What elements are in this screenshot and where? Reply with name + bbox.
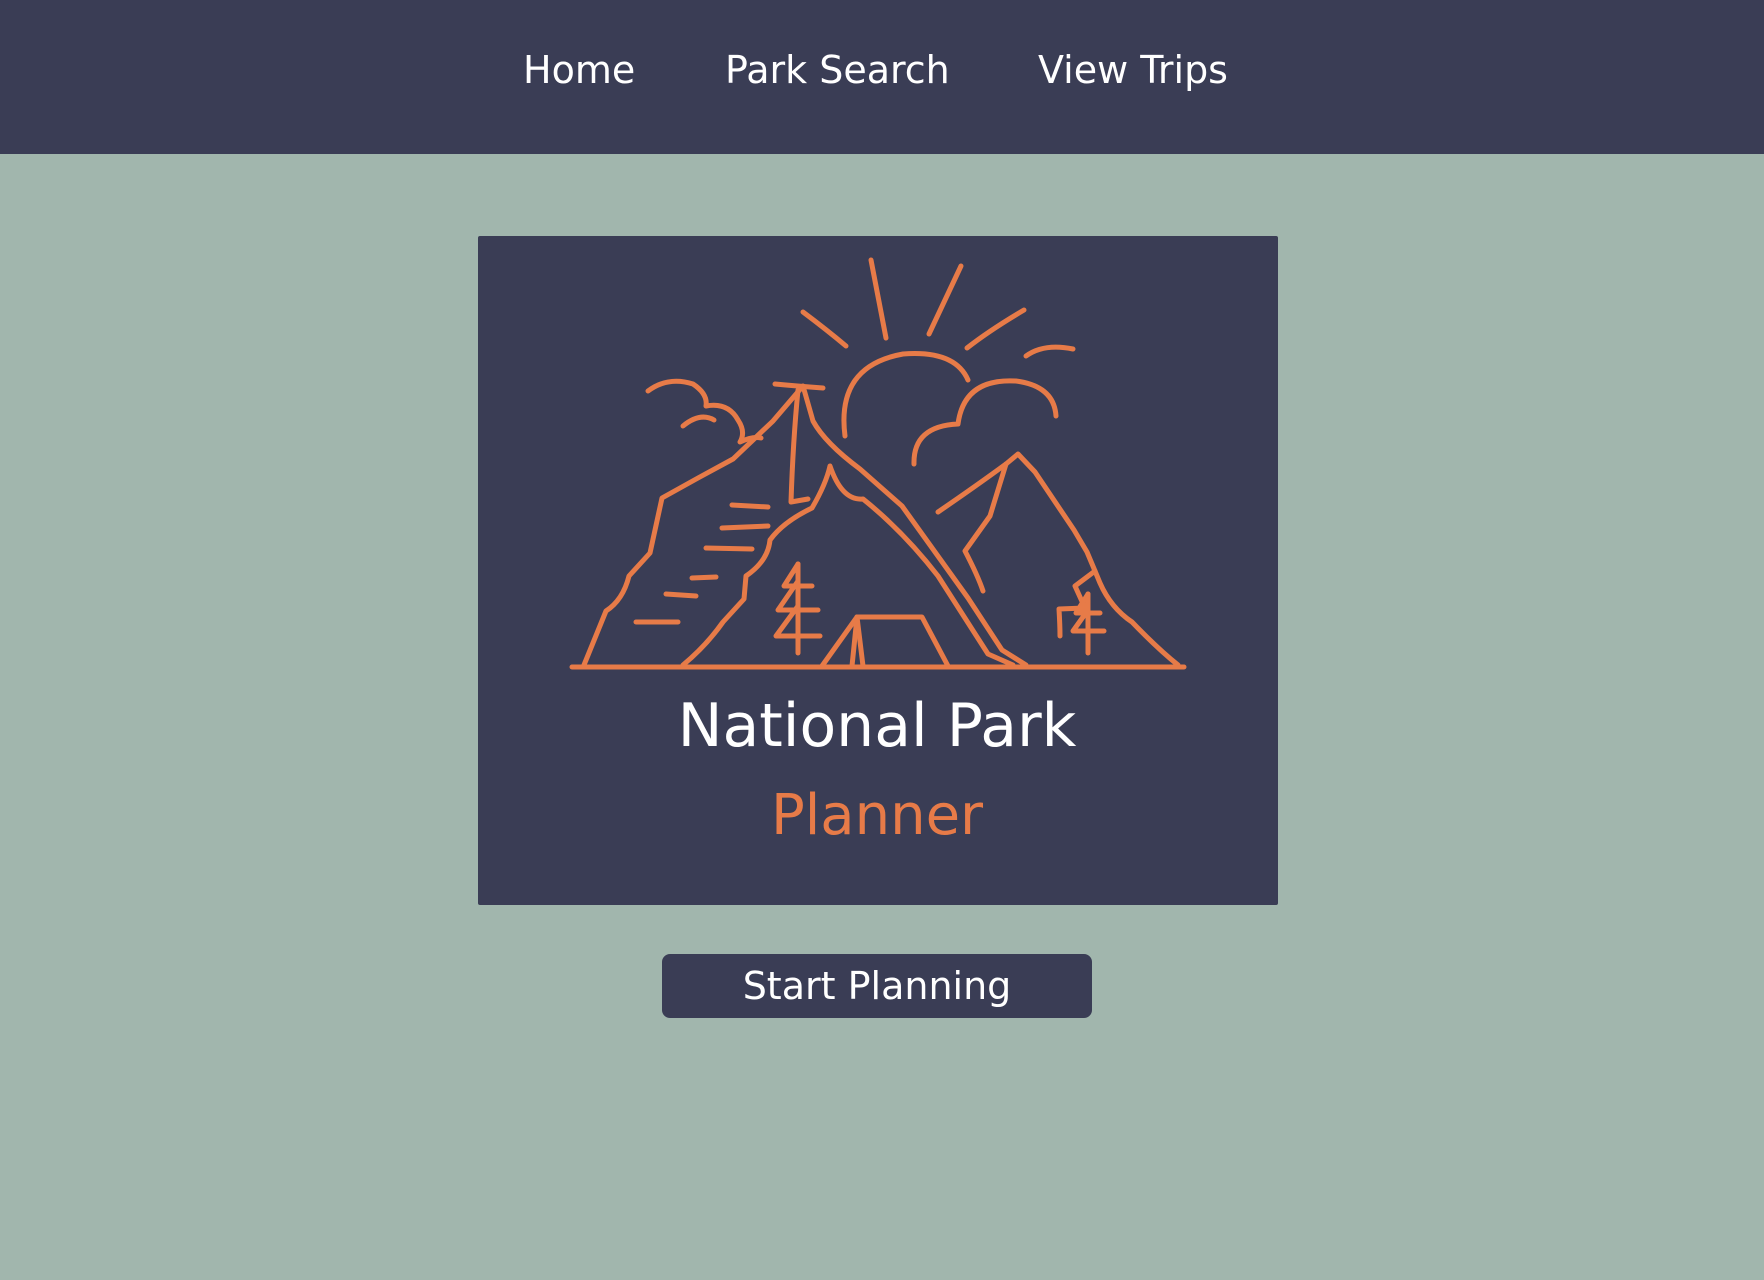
nav-link-home[interactable]: Home (523, 40, 635, 100)
logo-title: National Park (677, 691, 1077, 761)
start-planning-button[interactable]: Start Planning (662, 954, 1092, 1018)
top-nav-bar: Home Park Search View Trips (0, 0, 1764, 154)
nav-link-view-trips[interactable]: View Trips (1038, 40, 1228, 100)
logo-subtitle: Planner (770, 783, 984, 848)
nav-link-park-search[interactable]: Park Search (725, 40, 950, 100)
